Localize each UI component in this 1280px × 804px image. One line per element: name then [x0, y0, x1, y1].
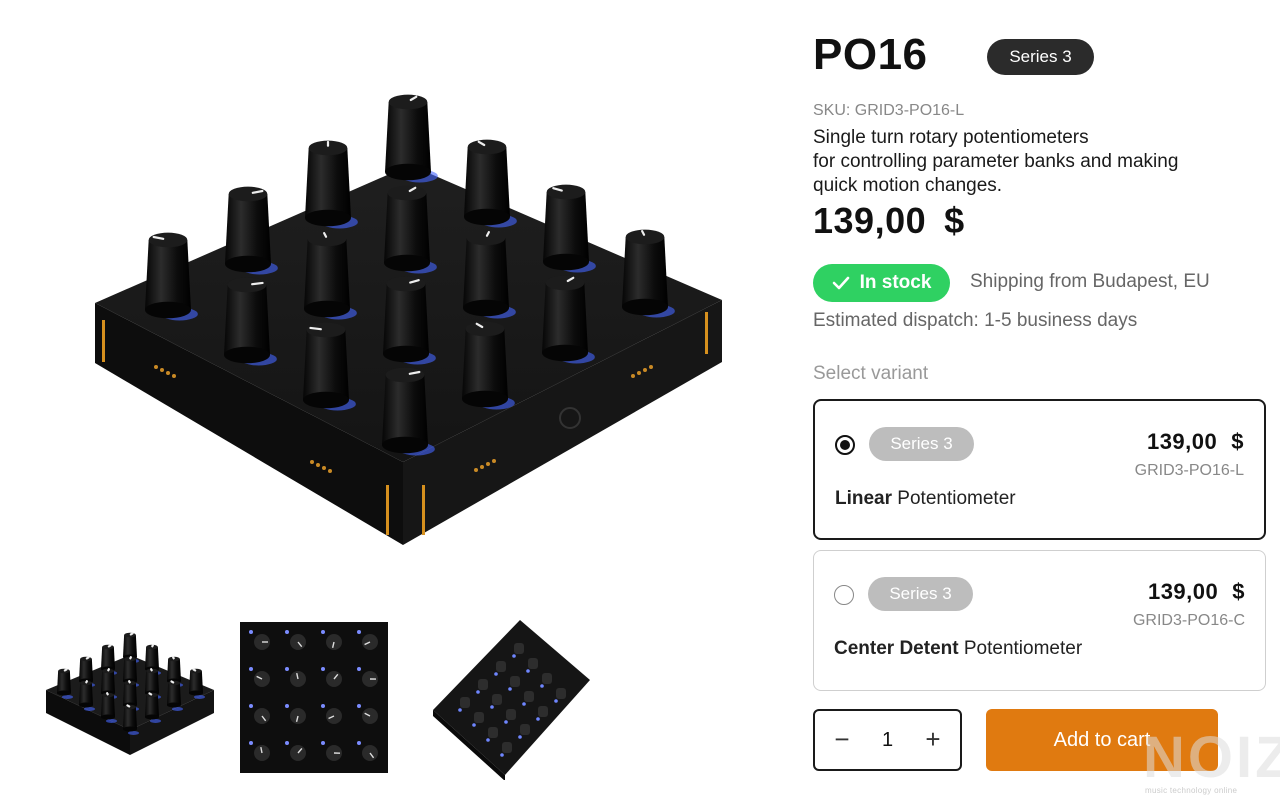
product-main-image[interactable] — [60, 80, 760, 560]
variant-price: 139,00 $ — [1147, 429, 1244, 455]
variant-price: 139,00 $ — [1148, 579, 1245, 605]
variant-name-rest: Potentiometer — [892, 488, 1016, 509]
series-badge: Series 3 — [987, 39, 1094, 75]
knob-icon — [305, 140, 358, 229]
variant-price-currency: $ — [1232, 579, 1245, 604]
variant-price-amount: 139,00 — [1147, 579, 1219, 604]
variant-option-center-detent[interactable]: Series 3 139,00 $ GRID3-PO16-C Center Det… — [813, 550, 1266, 691]
stock-badge: In stock — [813, 264, 950, 302]
variant-price-amount: 139,00 — [1146, 429, 1218, 454]
select-variant-label: Select variant — [813, 363, 929, 384]
quantity-stepper[interactable]: − 1 + — [813, 709, 962, 771]
stock-label: In stock — [859, 272, 932, 293]
thumbnail-top[interactable] — [238, 620, 390, 775]
variant-series-badge: Series 3 — [869, 427, 974, 461]
quantity-value[interactable]: 1 — [882, 729, 893, 752]
price-amount: 139,00 — [813, 200, 927, 241]
variant-name: Center Detent Potentiometer — [834, 638, 1082, 660]
thumbnail-front[interactable] — [40, 615, 220, 780]
watermark-text: NOIZ — [1143, 725, 1280, 790]
watermark-tagline: music technology online — [1145, 786, 1238, 795]
description-line: Single turn rotary potentiometers — [813, 127, 1089, 148]
shipping-info: Shipping from Budapest, EU — [970, 271, 1210, 292]
variant-name: Linear Potentiometer — [835, 488, 1016, 510]
variant-name-bold: Center Detent — [834, 638, 959, 659]
knob-icon — [622, 229, 675, 318]
product-price: 139,00 $ — [813, 200, 965, 242]
variant-price-currency: $ — [1231, 429, 1244, 454]
watermark-logo: NOIZ music technology online — [1143, 725, 1280, 798]
product-title: PO16 — [813, 30, 928, 79]
description-line: quick motion changes. — [813, 175, 1003, 196]
variant-series-badge: Series 3 — [868, 577, 973, 611]
variant-name-bold: Linear — [835, 488, 893, 509]
knob-icon — [464, 139, 517, 228]
knob-icon — [385, 94, 438, 183]
description-line: for controlling parameter banks and maki… — [813, 151, 1179, 172]
variant-sku: GRID3-PO16-L — [1134, 462, 1244, 479]
product-sku: SKU: GRID3-PO16-L — [813, 102, 965, 119]
thumbnail-angled[interactable] — [425, 615, 595, 780]
variant-option-linear[interactable]: Series 3 139,00 $ GRID3-PO16-L Linear Pot… — [813, 399, 1266, 540]
dispatch-info: Estimated dispatch: 1-5 business days — [813, 310, 1138, 331]
price-currency: $ — [944, 200, 965, 241]
check-icon — [832, 276, 849, 290]
product-description: Single turn rotary potentiometers for co… — [813, 126, 1243, 198]
minus-icon[interactable]: − — [829, 726, 855, 753]
variant-radio[interactable] — [834, 585, 854, 605]
variant-radio-selected[interactable] — [835, 435, 855, 455]
plus-icon[interactable]: + — [920, 726, 946, 753]
variant-name-rest: Potentiometer — [958, 638, 1083, 659]
variant-sku: GRID3-PO16-C — [1132, 612, 1245, 629]
knob-icon — [543, 184, 596, 273]
